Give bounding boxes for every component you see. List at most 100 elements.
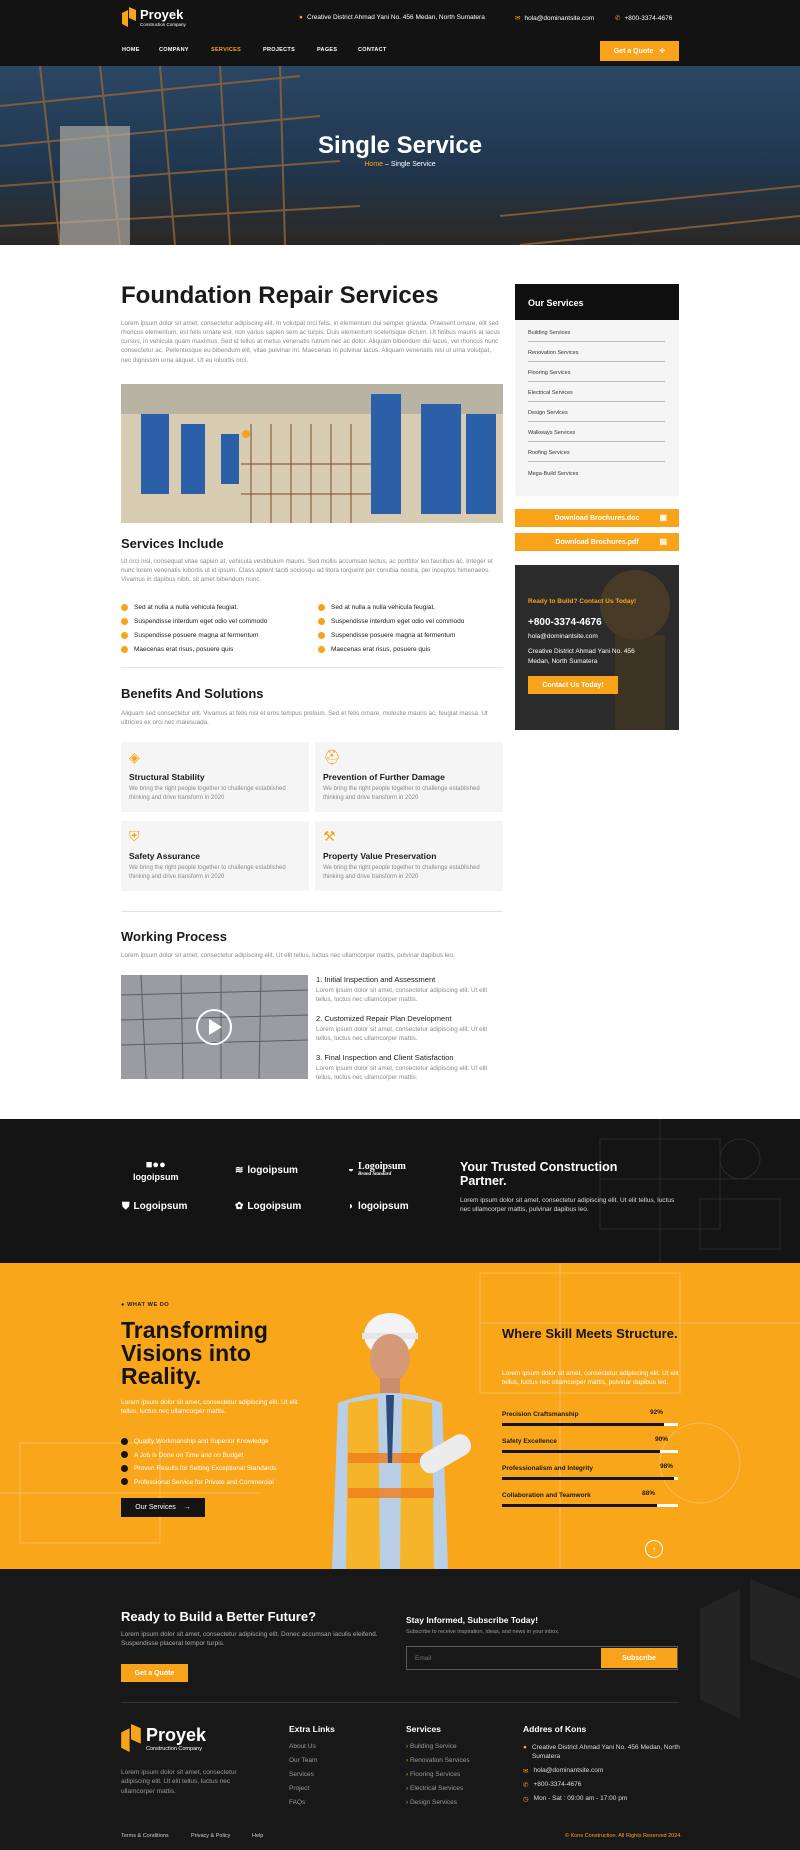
help-link[interactable]: Help — [252, 1833, 263, 1839]
process-text: Lorem ipsum dolor sit amet, consectetur … — [121, 952, 455, 959]
subscribe-form: Subscribe — [406, 1646, 678, 1670]
partner-logo-text: logoipsum — [133, 1172, 179, 1182]
subscribe-button[interactable]: Subscribe — [601, 1648, 677, 1668]
sidebar-item-design[interactable]: Design Services — [528, 410, 665, 422]
partner-logo[interactable]: ■●● logoipsum — [133, 1159, 179, 1182]
footer-link-flooring[interactable]: › Flooring Services — [406, 1771, 470, 1778]
arrow-right-icon: → — [183, 1504, 191, 1511]
process-title: Working Process — [121, 929, 227, 944]
header-email-text: hola@dominantsite.com — [524, 14, 595, 22]
footer-email[interactable]: ✉ hola@dominantsite.com — [523, 1767, 683, 1775]
cta-email[interactable]: hola@dominantsite.com — [528, 633, 598, 640]
nav-projects[interactable]: PROJECTS — [263, 47, 317, 53]
brand-tagline: Construction Company — [140, 22, 186, 27]
partner-logo[interactable]: ✿ Logoipsum — [235, 1201, 301, 1212]
shield-icon: ⛨ — [129, 828, 140, 844]
sidebar-item-walkways[interactable]: Walkways Services — [528, 430, 665, 442]
footer-link-team[interactable]: Our Team — [289, 1757, 335, 1764]
flower-logo-icon: ✿ — [235, 1201, 244, 1212]
step-text: Lorem ipsum dolor sit amet, consectetur … — [316, 1065, 488, 1082]
nav-services[interactable]: SERVICES — [211, 47, 263, 53]
nav-home[interactable]: HOME — [122, 47, 159, 53]
footer-link-electrical[interactable]: › Electrical Services — [406, 1785, 470, 1792]
footer-email-text: hola@dominantsite.com — [533, 1767, 604, 1775]
privacy-link[interactable]: Privacy & Policy — [191, 1833, 252, 1839]
footer-link-text: Design Services — [409, 1799, 457, 1806]
check-icon — [121, 617, 128, 625]
breadcrumb-home[interactable]: Home — [364, 161, 383, 168]
benefit-card: ◈ Structural Stability We bring the righ… — [121, 742, 309, 812]
what-we-do-list: Quality Workmanship and Superior Knowled… — [121, 1435, 321, 1489]
footer-bottom-links: Terms & Conditions Privacy & Policy Help — [121, 1833, 263, 1839]
contact-us-button[interactable]: Contact Us Today! — [528, 676, 618, 694]
footer-link-renovation[interactable]: › Renovation Services — [406, 1757, 470, 1764]
download-doc-label: Download Brochures.doc — [554, 514, 640, 522]
footer-col-title: Addres of Kons — [523, 1724, 587, 1734]
footer-link-about[interactable]: About Us — [289, 1743, 335, 1750]
footer-link-building[interactable]: › Building Service — [406, 1743, 470, 1750]
benefits-text: Aliquam sed consectetur elit. Vivamus at… — [121, 710, 488, 727]
footer-link-design[interactable]: › Design Services — [406, 1799, 470, 1806]
construction-worker-image — [332, 1313, 472, 1569]
footer-col-title: Extra Links — [289, 1724, 335, 1734]
list-item: Suspendisse interdum eget odio vel commo… — [121, 615, 301, 629]
nav-contact[interactable]: CONTACT — [358, 47, 398, 53]
plus-icon: + — [659, 45, 666, 57]
footer-phone-text: +800-3374-4676 — [533, 1781, 582, 1789]
skill-fill — [502, 1423, 664, 1426]
footer-brand-name: Proyek — [146, 1724, 207, 1745]
process-video-thumbnail[interactable] — [121, 975, 308, 1079]
get-quote-button[interactable]: Get a Quote + — [600, 41, 679, 61]
benefit-card-title: Prevention of Further Damage — [323, 772, 445, 782]
shield-logo-icon: ⛊ — [122, 1201, 130, 1212]
partner-logo-text: logoipsum — [358, 1201, 409, 1212]
list-item-text: Suspendisse posuere magna at fermentum — [331, 632, 456, 639]
cta-phone[interactable]: +800-3374-4676 — [528, 617, 602, 628]
download-pdf-button[interactable]: Download Brochures.pdf ▤ — [515, 533, 679, 551]
sidebar-item-electrical[interactable]: Electrical Services — [528, 390, 665, 402]
list-item-text: Professional Service for Private and Com… — [134, 1478, 274, 1486]
sidebar-item-roofing[interactable]: Roofing Services — [528, 450, 665, 462]
footer-link-services[interactable]: Services — [289, 1771, 335, 1778]
sidebar-item-flooring[interactable]: Flooring Services — [528, 370, 665, 382]
sidebar-item-renovation[interactable]: Renovation Services — [528, 350, 665, 362]
subscribe-text: Subscribe to receive inspiration, ideas,… — [406, 1629, 560, 1635]
brand-logo[interactable]: Proyek Construction Company — [122, 7, 186, 27]
skill-name: Safety Excellence — [502, 1438, 557, 1445]
email-input[interactable] — [407, 1647, 599, 1669]
footer-phone[interactable]: ✆ +800-3374-4676 — [523, 1781, 683, 1789]
footer-cta-title: Ready to Build a Better Future? — [121, 1609, 317, 1624]
list-item-text: Suspendisse interdum eget odio vel commo… — [331, 618, 465, 625]
partner-logo[interactable]: ◒ Logoipsum Brand Standard — [348, 1161, 406, 1177]
document-icon: ▣ — [659, 513, 667, 522]
footer-link-project[interactable]: Project — [289, 1785, 335, 1792]
partner-logo[interactable]: ◗ logoipsum — [348, 1201, 409, 1212]
footer-link-faqs[interactable]: FAQs — [289, 1799, 335, 1806]
drop-logo-icon: ◗ — [348, 1201, 355, 1212]
nav-pages[interactable]: PAGES — [317, 47, 358, 53]
footer-get-quote-button[interactable]: Get a Quote — [121, 1664, 188, 1682]
brand-watermark — [700, 1579, 800, 1719]
partner-logo-text: Logoipsum — [247, 1201, 302, 1212]
scroll-top-icon[interactable]: ↑ — [645, 1540, 663, 1558]
sidebar-item-mega-build[interactable]: Mega-Build Services — [528, 471, 665, 482]
header-email[interactable]: ✉ hola@dominantsite.com — [515, 14, 595, 23]
nav-company[interactable]: COMPANY — [159, 47, 211, 53]
partner-logo[interactable]: ≋ logoipsum — [235, 1165, 298, 1176]
helmet-icon: ⛑ — [323, 749, 341, 765]
partner-logo-text: Logoipsum — [133, 1201, 188, 1212]
skills-title: Where Skill Meets Structure. — [502, 1326, 678, 1341]
what-we-do-section: ● WHAT WE DO Transforming Visions into R… — [0, 1263, 800, 1569]
location-pin-icon: ● — [523, 1744, 527, 1751]
terms-link[interactable]: Terms & Conditions — [121, 1833, 191, 1839]
footer-brand-logo[interactable]: Proyek Construction Company — [121, 1724, 206, 1752]
partner-logo[interactable]: ⛊ Logoipsum — [122, 1201, 187, 1212]
our-services-button[interactable]: Our Services → — [121, 1498, 205, 1517]
header-phone[interactable]: ✆ +800-3374-4676 — [615, 14, 672, 23]
download-doc-button[interactable]: Download Brochures.doc ▣ — [515, 509, 679, 527]
sidebar-item-building[interactable]: Building Services — [528, 330, 665, 342]
header-address-text: Creative District Ahmad Yani No. 456 Med… — [306, 14, 485, 21]
benefit-card-title: Structural Stability — [129, 772, 205, 782]
footer-address-col: Addres of Kons ● Creative District Ahmad … — [523, 1724, 683, 1803]
partners-title: Your Trusted Construction Partner. — [460, 1160, 618, 1188]
